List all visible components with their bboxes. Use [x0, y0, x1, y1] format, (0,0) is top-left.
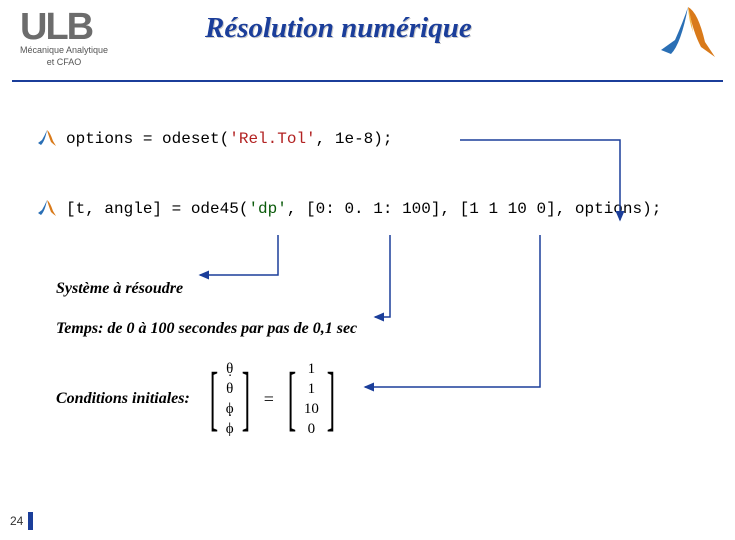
- code-2b: 'dp': [248, 200, 286, 218]
- label-system: Système à résoudre: [56, 280, 735, 298]
- ulb-logo: ULB Mécanique Analytique et CFAO: [20, 10, 108, 68]
- code-text-1: options = odeset('Rel.Tol', 1e-8);: [66, 130, 392, 148]
- code-text-2: [t, angle] = ode45('dp', [0: 0. 1: 100],…: [66, 200, 661, 218]
- code-line-1: options = odeset('Rel.Tol', 1e-8);: [36, 130, 735, 148]
- label-conditions: Conditions initiales:: [56, 390, 190, 408]
- page-number: 24: [10, 514, 23, 528]
- code-line-2: [t, angle] = ode45('dp', [0: 0. 1: 100],…: [36, 200, 735, 218]
- header: ULB Mécanique Analytique et CFAO Résolut…: [0, 0, 735, 80]
- code-2c: , [0: 0. 1: 100], [1 1 10 0], options);: [287, 200, 661, 218]
- matlab-bullet-icon: [36, 198, 58, 223]
- page-accent-bar: [28, 512, 33, 530]
- logo-subtitle-2: et CFAO: [20, 58, 108, 68]
- logo-text: ULB: [20, 10, 108, 44]
- slide-title: Résolution numérique: [205, 12, 472, 45]
- matlab-bullet-icon: [36, 128, 58, 153]
- vec-sym-2: θ: [226, 380, 234, 398]
- vec-val-2: 1: [304, 380, 319, 398]
- vec-sym-4: ϕ: [226, 420, 234, 438]
- header-divider: [12, 80, 723, 82]
- code-1c: , 1e-8);: [316, 130, 393, 148]
- code-1b: 'Rel.Tol': [229, 130, 315, 148]
- initial-conditions-vector: [ θ θ ϕ ϕ ] = [ 1 1 10 0 ]: [202, 360, 343, 438]
- label-time: Temps: de 0 à 100 secondes par pas de 0,…: [56, 320, 735, 338]
- vec-val-1: 1: [304, 360, 319, 378]
- content-area: options = odeset('Rel.Tol', 1e-8); [t, a…: [0, 95, 735, 438]
- logo-subtitle-1: Mécanique Analytique: [20, 46, 108, 56]
- annotation-labels: Système à résoudre Temps: de 0 à 100 sec…: [56, 280, 735, 438]
- code-1a: options = odeset(: [66, 130, 229, 148]
- matlab-logo-icon: [653, 2, 723, 67]
- vec-val-4: 0: [304, 420, 319, 438]
- code-2a: [t, angle] = ode45(: [66, 200, 248, 218]
- vec-val-3: 10: [304, 400, 319, 418]
